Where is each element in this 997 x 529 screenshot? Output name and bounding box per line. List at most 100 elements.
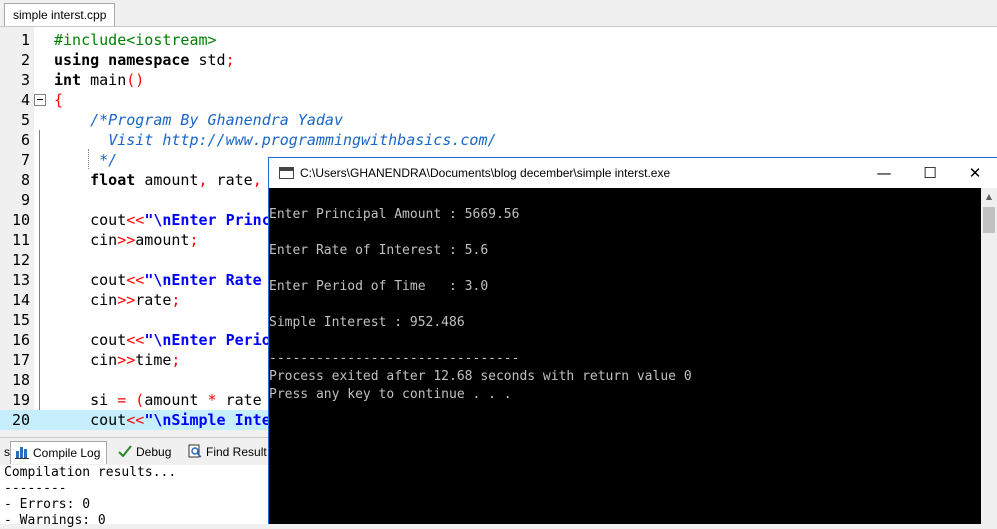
console-line: Enter Principal Amount : 5669.56	[269, 207, 520, 222]
line-number: 3	[20, 71, 30, 89]
code-text: Visit http://www.programmingwithbasics.c…	[54, 130, 497, 150]
code-token: Visit http://www.programmingwithbasics.c…	[108, 131, 497, 149]
line-number: 2	[20, 51, 30, 69]
code-text: using namespace std;	[54, 50, 235, 70]
code-token: /*Program By Ghanendra Yadav	[90, 111, 343, 129]
code-token: >>	[117, 351, 136, 369]
editor-tab-bar: simple interst.cpp	[0, 0, 997, 27]
code-line[interactable]: 4{	[0, 90, 997, 110]
code-line[interactable]: 6 Visit http://www.programmingwithbasics…	[0, 130, 997, 150]
code-token: amount	[135, 231, 190, 249]
line-number: 20	[11, 411, 30, 429]
code-token: rate	[135, 291, 172, 309]
code-token: ,	[252, 171, 262, 189]
code-token: si	[54, 391, 118, 409]
code-token: cout	[54, 271, 127, 289]
code-text: cout<<"\nEnter Princi	[54, 210, 280, 230]
code-token: ;	[189, 231, 199, 249]
tab-simple-interst-cpp[interactable]: simple interst.cpp	[4, 3, 116, 26]
code-token: time	[135, 351, 172, 369]
code-token: "\nSimple Inter	[144, 411, 280, 429]
console-app-icon	[279, 167, 294, 179]
code-token: "\nEnter Period	[144, 331, 280, 349]
console-window[interactable]: C:\Users\GHANENDRA\Documents\blog decemb…	[268, 157, 997, 525]
code-text: int main()	[54, 70, 144, 90]
close-button[interactable]: ✕	[952, 158, 997, 188]
console-title-bar[interactable]: C:\Users\GHANENDRA\Documents\blog decemb…	[269, 158, 997, 188]
line-number: 12	[11, 251, 30, 269]
console-line: Simple Interest : 952.486	[269, 315, 465, 330]
line-number: 19	[11, 391, 30, 409]
tab-debug[interactable]: Debug	[114, 441, 177, 463]
scrollbar-thumb[interactable]	[983, 207, 995, 233]
code-text: si = (amount * rate *	[54, 390, 280, 410]
code-token: <<	[126, 211, 145, 229]
line-number: 10	[11, 211, 30, 229]
line-number: 17	[11, 351, 30, 369]
code-token: cin	[54, 231, 118, 249]
code-token: >>	[117, 231, 136, 249]
code-token: <<	[126, 271, 145, 289]
line-number: 8	[20, 171, 30, 189]
tab-find-results[interactable]: Find Result	[184, 441, 273, 463]
fold-collapse-icon[interactable]	[34, 94, 46, 106]
line-number: 9	[20, 191, 30, 209]
code-text: cin>>amount;	[54, 230, 199, 250]
code-text: cout<<"\nEnter Period	[54, 330, 280, 350]
code-line[interactable]: 1 #include<iostream>	[0, 30, 997, 50]
code-token: ,	[198, 171, 208, 189]
code-text: cout<<"\nSimple Inter	[54, 410, 280, 430]
code-line[interactable]: 2 using namespace std;	[0, 50, 997, 70]
line-number: 11	[11, 231, 30, 249]
tab-find-results-label: Find Result	[206, 445, 267, 459]
console-line: Enter Period of Time : 3.0	[269, 279, 489, 294]
console-line: Enter Rate of Interest : 5.6	[269, 243, 489, 258]
code-token: *	[207, 391, 217, 409]
code-text: /*Program By Ghanendra Yadav	[54, 110, 343, 130]
line-number: 18	[11, 371, 30, 389]
code-token: = (	[117, 391, 145, 409]
console-line: Press any key to continue . . .	[269, 387, 512, 402]
code-token: ;	[171, 291, 181, 309]
code-token: "\nEnter Rate o	[144, 271, 280, 289]
line-number: 6	[20, 131, 30, 149]
code-text: float amount, rate, t	[54, 170, 280, 190]
console-output: Enter Principal Amount : 5669.56 Enter R…	[269, 188, 981, 525]
code-token: <<	[126, 331, 145, 349]
code-token: */	[99, 151, 118, 169]
minimize-button[interactable]: —	[861, 158, 907, 188]
code-token: cout	[54, 411, 127, 429]
code-token: cout	[54, 211, 127, 229]
tab-compile-log[interactable]: Compile Log	[10, 441, 108, 464]
code-token: {	[54, 91, 64, 109]
line-number: 7	[20, 151, 30, 169]
tab-debug-label: Debug	[136, 445, 172, 459]
code-text: cin>>time;	[54, 350, 180, 370]
console-scrollbar[interactable]: ▲	[981, 188, 997, 525]
code-token: ;	[171, 351, 181, 369]
code-token: #include<iostream>	[54, 31, 217, 49]
code-token: cin	[54, 291, 118, 309]
maximize-button[interactable]: ☐	[907, 158, 953, 188]
scroll-up-icon[interactable]: ▲	[981, 188, 997, 205]
code-token: <<	[126, 411, 145, 429]
code-token: amount	[144, 391, 208, 409]
code-token: std	[198, 51, 226, 69]
code-line[interactable]: 3 int main()	[0, 70, 997, 90]
code-token: "\nEnter Princi	[144, 211, 280, 229]
code-text: #include<iostream>	[54, 30, 217, 50]
code-token: rate	[216, 391, 271, 409]
code-line[interactable]: 5 /*Program By Ghanendra Yadav	[0, 110, 997, 130]
console-line: Process exited after 12.68 seconds with …	[269, 369, 692, 384]
check-icon	[118, 445, 132, 458]
line-number: 1	[20, 31, 30, 49]
code-token: cin	[54, 351, 118, 369]
code-token: ()	[126, 71, 145, 89]
code-token: int	[54, 71, 91, 89]
code-token: main	[90, 71, 127, 89]
line-number: 16	[11, 331, 30, 349]
code-text: cin>>rate;	[54, 290, 180, 310]
